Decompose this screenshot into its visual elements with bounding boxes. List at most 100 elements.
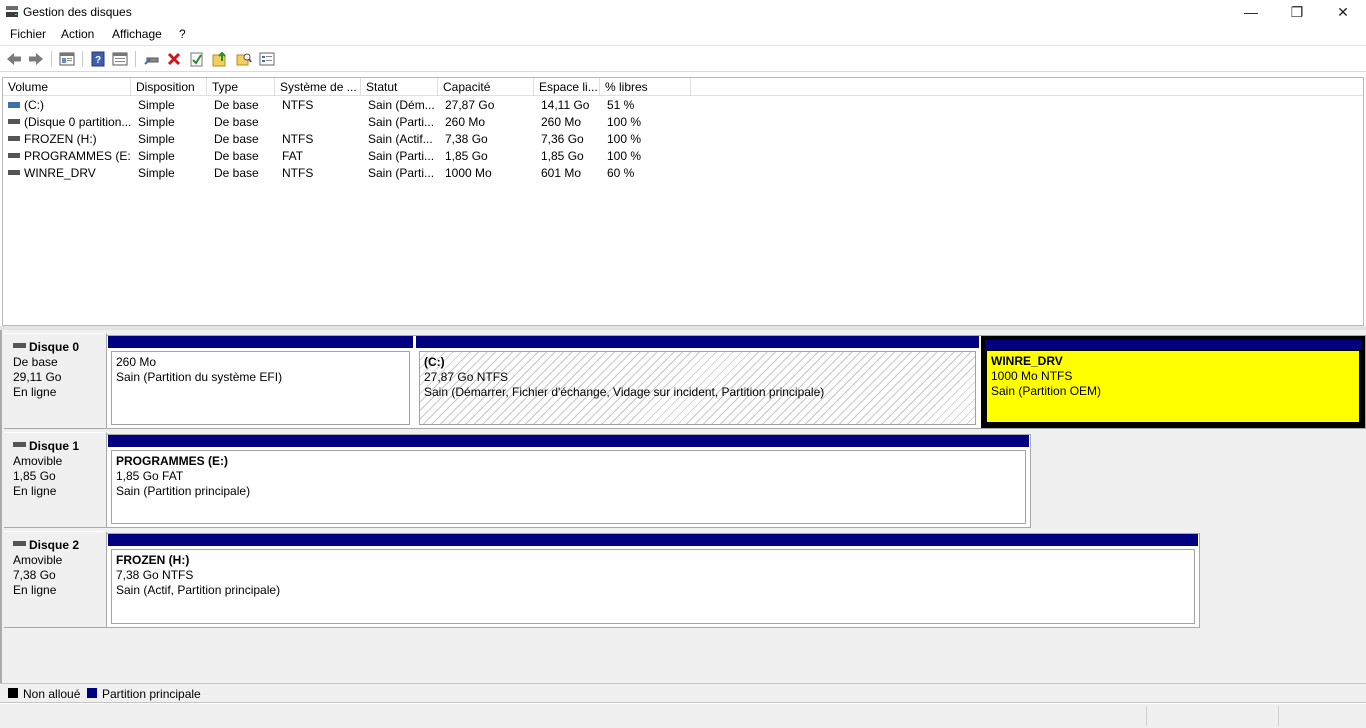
legend-label-primary: Partition principale — [102, 687, 201, 701]
volume-list[interactable]: Volume Disposition Type Système de ... S… — [2, 77, 1364, 326]
cell-volume: PROGRAMMES (E:) — [24, 149, 131, 163]
disk-label-1[interactable]: Disque 1 Amovible 1,85 Go En ligne — [4, 432, 107, 528]
legend-label-unallocated: Non alloué — [23, 687, 81, 701]
folder-search-icon[interactable] — [235, 50, 253, 68]
table-row[interactable]: PROGRAMMES (E:) Simple De base FAT Sain … — [3, 148, 1363, 165]
menu-help[interactable]: ? — [179, 27, 186, 41]
close-button[interactable]: ✕ — [1320, 0, 1366, 24]
console-tree-icon[interactable] — [58, 50, 76, 68]
cell-percent-free: 100 % — [607, 132, 642, 146]
partition-size: 7,38 Go NTFS — [116, 568, 194, 582]
cell-capacity: 7,38 Go — [445, 132, 488, 146]
cell-capacity: 1000 Mo — [445, 166, 492, 180]
cell-status: Sain (Parti... — [368, 149, 435, 163]
cell-status: Sain (Parti... — [368, 166, 435, 180]
partition-status: Sain (Partition OEM) — [991, 384, 1102, 398]
console-view-icon[interactable] — [111, 50, 129, 68]
partition-size: 260 Mo — [116, 355, 157, 369]
disk-icon — [13, 442, 26, 448]
partition-status: Sain (Démarrer, Fichier d'échange, Vidag… — [424, 385, 825, 399]
cell-filesystem: NTFS — [282, 98, 314, 112]
cell-type: De base — [214, 115, 259, 129]
column-disposition[interactable]: Disposition — [131, 78, 207, 96]
cell-volume: FROZEN (H:) — [24, 132, 97, 146]
partition-color-bar — [108, 534, 1198, 546]
cell-volume: (Disque 0 partition... — [24, 115, 131, 129]
disk-type: Amovible — [13, 454, 63, 468]
maximize-button[interactable]: ❐ — [1274, 0, 1320, 24]
cell-volume: WINRE_DRV — [24, 166, 96, 180]
column-free-space[interactable]: Espace li... — [534, 78, 600, 96]
forward-arrow-icon[interactable] — [27, 50, 45, 68]
cell-free-space: 1,85 Go — [541, 149, 584, 163]
cell-free-space: 7,36 Go — [541, 132, 584, 146]
cell-disposition: Simple — [138, 115, 175, 129]
table-row[interactable]: FROZEN (H:) Simple De base NTFS Sain (Ac… — [3, 131, 1363, 148]
disk-name: Disque 1 — [29, 439, 80, 453]
partition-winre-selected[interactable]: WINRE_DRV 1000 Mo NTFS Sain (Partition O… — [981, 336, 1365, 428]
disk-map: Disque 0 De base 29,11 Go En ligne 260 M… — [0, 330, 1366, 683]
partition-color-bar — [108, 435, 1029, 447]
table-row[interactable]: (Disque 0 partition... Simple De base Sa… — [3, 114, 1363, 131]
drive-icon — [8, 170, 20, 176]
partition-title: WINRE_DRV — [991, 354, 1063, 368]
partition-c[interactable]: (C:) 27,87 Go NTFS Sain (Démarrer, Fichi… — [416, 336, 979, 428]
disk-strip-0: 260 Mo Sain (Partition du système EFI) (… — [106, 335, 1366, 429]
checklist-icon[interactable] — [188, 50, 206, 68]
delete-icon[interactable] — [165, 50, 183, 68]
drive-icon — [8, 119, 20, 125]
table-row[interactable]: WINRE_DRV Simple De base NTFS Sain (Part… — [3, 165, 1363, 182]
partition-programmes[interactable]: PROGRAMMES (E:) 1,85 Go FAT Sain (Partit… — [108, 435, 1029, 527]
cell-percent-free: 51 % — [607, 98, 635, 112]
table-row[interactable]: (C:) Simple De base NTFS Sain (Dém... 27… — [3, 97, 1363, 114]
column-type[interactable]: Type — [207, 78, 275, 96]
connect-drive-icon[interactable] — [143, 50, 161, 68]
disk-type: Amovible — [13, 553, 63, 567]
cell-filesystem: NTFS — [282, 132, 314, 146]
cell-capacity: 27,87 Go — [445, 98, 495, 112]
cell-filesystem: NTFS — [282, 166, 314, 180]
system-drive-icon — [8, 101, 20, 108]
title-bar: Gestion des disques — ❐ ✕ — [0, 0, 1366, 24]
disk-icon — [13, 343, 26, 349]
help-icon[interactable]: ? — [89, 50, 107, 68]
cell-status: Sain (Parti... — [368, 115, 435, 129]
cell-disposition: Simple — [138, 98, 175, 112]
partition-efi[interactable]: 260 Mo Sain (Partition du système EFI) — [108, 336, 413, 428]
disk-strip-2: FROZEN (H:) 7,38 Go NTFS Sain (Actif, Pa… — [106, 533, 1200, 628]
disk-size: 29,11 Go — [13, 370, 62, 384]
column-status[interactable]: Statut — [361, 78, 438, 96]
cell-status: Sain (Dém... — [368, 98, 435, 112]
column-filesystem[interactable]: Système de ... — [275, 78, 361, 96]
column-percent-free[interactable]: % libres — [600, 78, 691, 96]
minimize-button[interactable]: — — [1228, 0, 1274, 24]
menu-action[interactable]: Action — [61, 27, 94, 41]
partition-frozen[interactable]: FROZEN (H:) 7,38 Go NTFS Sain (Actif, Pa… — [108, 534, 1198, 627]
disk-management-icon — [6, 6, 18, 17]
status-bar — [0, 704, 1366, 728]
partition-title: PROGRAMMES (E:) — [116, 454, 228, 468]
cell-volume: (C:) — [24, 98, 44, 112]
column-capacity[interactable]: Capacité — [438, 78, 534, 96]
disk-label-0[interactable]: Disque 0 De base 29,11 Go En ligne — [4, 333, 107, 429]
menu-affichage[interactable]: Affichage — [112, 27, 162, 41]
cell-capacity: 260 Mo — [445, 115, 486, 129]
partition-status: Sain (Partition principale) — [116, 484, 251, 498]
properties-icon[interactable] — [258, 50, 276, 68]
partition-size: 27,87 Go NTFS — [424, 370, 509, 384]
cell-type: De base — [214, 132, 259, 146]
drive-icon — [8, 136, 20, 142]
menu-fichier[interactable]: Fichier — [10, 27, 46, 41]
disk-size: 7,38 Go — [13, 568, 56, 582]
toolbar: ? — [0, 45, 1366, 72]
back-arrow-icon[interactable] — [5, 50, 23, 68]
column-volume[interactable]: Volume — [3, 78, 131, 96]
disk-name: Disque 0 — [29, 340, 80, 354]
disk-size: 1,85 Go — [13, 469, 56, 483]
disk-label-2[interactable]: Disque 2 Amovible 7,38 Go En ligne — [4, 531, 107, 628]
disk-type: De base — [13, 355, 58, 369]
partition-color-bar — [108, 336, 413, 348]
folder-up-icon[interactable] — [211, 50, 229, 68]
partition-status: Sain (Partition du système EFI) — [116, 370, 283, 384]
partition-title: FROZEN (H:) — [116, 553, 190, 567]
